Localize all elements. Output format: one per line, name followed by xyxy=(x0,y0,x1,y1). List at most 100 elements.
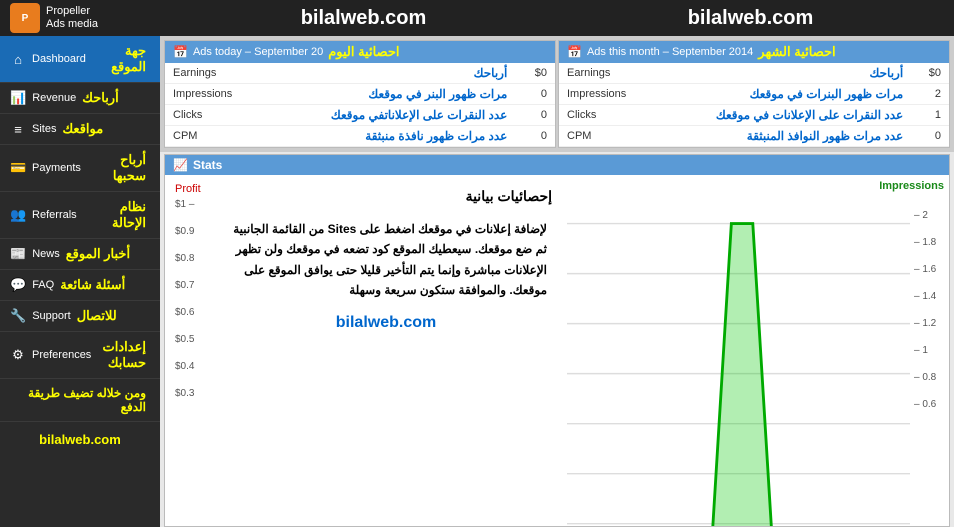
sidebar-label-ar-support: للاتصال xyxy=(77,308,117,324)
right-y-label-5: – 1.2 xyxy=(914,318,944,329)
y-label-5: $0.6 xyxy=(175,307,201,318)
table-row: Impressions مرات ظهور البنرات في موقعك 2 xyxy=(559,84,949,105)
y-label-7: $0.4 xyxy=(175,361,201,372)
sidebar-item-revenue[interactable]: 📊 Revenue أرباحك xyxy=(0,83,160,114)
clicks-value-today: 0 xyxy=(515,105,555,126)
earnings-label-ar-today: أرباحك xyxy=(245,63,515,84)
chart-right: Impressions xyxy=(562,175,949,522)
clicks-label-ar-today: عدد النقرات على الإعلاناتفي موقعك xyxy=(245,105,515,126)
table-row: Earnings أرباحك $0 xyxy=(165,63,555,84)
support-icon: 🔧 xyxy=(10,308,26,324)
table-row: CPM عدد مرات ظهور نافذة منبثقة 0 xyxy=(165,126,555,147)
sidebar: ⌂ Dashboard جهة الموقع 📊 Revenue أرباحك … xyxy=(0,36,160,527)
panel-month-title-ar: احصائية الشهر xyxy=(758,44,835,60)
earnings-label-today: Earnings xyxy=(165,63,245,84)
right-y-label-7: – 0.8 xyxy=(914,372,944,383)
cpm-label-ar-month: عدد مرات ظهور النوافذ المنبثقة xyxy=(639,126,911,147)
table-row: Clicks عدد النقرات على الإعلاناتفي موقعك… xyxy=(165,105,555,126)
cpm-label-month: CPM xyxy=(559,126,639,147)
right-y-label-4: – 1.4 xyxy=(914,291,944,302)
home-icon: ⌂ xyxy=(10,52,26,67)
earnings-value-today: $0 xyxy=(515,63,555,84)
impressions-value-month: 2 xyxy=(911,84,949,105)
panel-today-title-en: Ads today – September 20 xyxy=(193,46,323,58)
sidebar-item-news[interactable]: 📰 News أخبار الموقع xyxy=(0,239,160,270)
table-row: Impressions مرات ظهور البنر في موقعك 0 xyxy=(165,84,555,105)
panel-today-header: 📅 Ads today – September 20 احصائية اليوم xyxy=(165,41,555,63)
impressions-label-month: Impressions xyxy=(559,84,639,105)
sidebar-item-faq[interactable]: 💬 FAQ أسئلة شائعة xyxy=(0,270,160,301)
sidebar-bottom-ar: ومن خلاله تضيف طريقة الدفع xyxy=(10,386,146,414)
chart-title: Stats xyxy=(193,158,222,172)
sidebar-bottom-text: ومن خلاله تضيف طريقة الدفع xyxy=(0,379,160,422)
y-label-8: $0.3 xyxy=(175,388,201,399)
sidebar-label-en-news: News xyxy=(32,248,60,260)
earnings-label-ar-month: أرباحك xyxy=(639,63,911,84)
sidebar-label-ar-dashboard: جهة الموقع xyxy=(92,43,146,75)
sidebar-item-payments[interactable]: 💳 Payments أرباح سحبها xyxy=(0,145,160,192)
sidebar-label-ar-preferences: إعدادات حسابك xyxy=(97,339,146,371)
impressions-label-ar-today: مرات ظهور البنر في موقعك xyxy=(245,84,515,105)
sidebar-item-sites[interactable]: ≡ Sites مواقعك xyxy=(0,114,160,145)
sidebar-label-ar-payments: أرباح سحبها xyxy=(87,152,146,184)
sidebar-item-support[interactable]: 🔧 Support للاتصال xyxy=(0,301,160,332)
impressions-value-today: 0 xyxy=(515,84,555,105)
content-area: 📅 Ads today – September 20 احصائية اليوم… xyxy=(160,36,954,527)
y-label-3: $0.8 xyxy=(175,253,201,264)
site-title-right: bilalweb.com xyxy=(557,7,944,30)
logo-icon: P xyxy=(10,3,40,33)
month-stats-table: Earnings أرباحك $0 Impressions مرات ظهور… xyxy=(559,63,949,147)
y-label-6: $0.5 xyxy=(175,334,201,345)
impressions-label-ar-month: مرات ظهور البنرات في موقعك xyxy=(639,84,911,105)
table-row: CPM عدد مرات ظهور النوافذ المنبثقة 0 xyxy=(559,126,949,147)
sidebar-item-preferences[interactable]: ⚙ Preferences إعدادات حسابك xyxy=(0,332,160,379)
chart-section: 📈 Stats Profit $1 – $0.9 $0.8 $0.7 $0.6 xyxy=(164,154,950,527)
right-y-label-8: – 0.6 xyxy=(914,399,944,410)
sidebar-label-en-faq: FAQ xyxy=(32,279,54,291)
panel-today: 📅 Ads today – September 20 احصائية اليوم… xyxy=(164,40,556,148)
clicks-label-month: Clicks xyxy=(559,105,639,126)
referrals-icon: 👥 xyxy=(10,207,26,223)
earnings-label-month: Earnings xyxy=(559,63,639,84)
today-stats-table: Earnings أرباحك $0 Impressions مرات ظهور… xyxy=(165,63,555,147)
clicks-value-month: 1 xyxy=(911,105,949,126)
sidebar-label-ar-referrals: نظام الإحالة xyxy=(83,199,146,231)
y-label-1: $1 – xyxy=(175,199,201,210)
right-y-label-6: – 1 xyxy=(914,345,944,356)
sidebar-item-referrals[interactable]: 👥 Referrals نظام الإحالة xyxy=(0,192,160,239)
right-y-label-2: – 1.8 xyxy=(914,237,944,248)
sidebar-item-dashboard[interactable]: ⌂ Dashboard جهة الموقع xyxy=(0,36,160,83)
sidebar-label-ar-faq: أسئلة شائعة xyxy=(60,277,125,293)
cpm-value-today: 0 xyxy=(515,126,555,147)
clicks-label-ar-month: عدد النقرات على الإعلانات في موقعك xyxy=(639,105,911,126)
sidebar-label-en-support: Support xyxy=(32,310,71,322)
table-row: Earnings أرباحك $0 xyxy=(559,63,949,84)
revenue-icon: 📊 xyxy=(10,90,26,106)
impressions-label-today: Impressions xyxy=(165,84,245,105)
sidebar-label-en-preferences: Preferences xyxy=(32,349,91,361)
sidebar-watermark: bilalweb.com xyxy=(0,422,160,457)
main-layout: ⌂ Dashboard جهة الموقع 📊 Revenue أرباحك … xyxy=(0,36,954,527)
earnings-value-month: $0 xyxy=(911,63,949,84)
payments-icon: 💳 xyxy=(10,160,26,176)
right-y-label-1: – 2 xyxy=(914,210,944,221)
panel-month: 📅 Ads this month – September 2014 احصائي… xyxy=(558,40,950,148)
cpm-label-today: CPM xyxy=(165,126,245,147)
chart-title-ar: إحصائيات بيانية xyxy=(220,185,552,208)
sidebar-label-ar-revenue: أرباحك xyxy=(82,90,118,106)
sidebar-label-ar-news: أخبار الموقع xyxy=(66,246,130,262)
y-label-4: $0.7 xyxy=(175,280,201,291)
sidebar-label-en-payments: Payments xyxy=(32,162,81,174)
panel-month-title-en: Ads this month – September 2014 xyxy=(587,46,753,58)
topbar: P Propeller Ads media bilalweb.com bilal… xyxy=(0,0,954,36)
sidebar-label-ar-sites: مواقعك xyxy=(62,121,103,137)
chart-description-ar: لإضافة إعلانات في موقعك اضغط على Sites م… xyxy=(220,214,552,306)
chart-body: Profit $1 – $0.9 $0.8 $0.7 $0.6 $0.5 $0.… xyxy=(165,175,949,522)
right-y-label-3: – 1.6 xyxy=(914,264,944,275)
panel-today-title-ar: احصائية اليوم xyxy=(328,44,399,60)
sites-icon: ≡ xyxy=(10,122,26,137)
cpm-label-ar-today: عدد مرات ظهور نافذة منبثقة xyxy=(245,126,515,147)
chart-icon: 📈 xyxy=(173,158,188,172)
chart-watermark: bilalweb.com xyxy=(220,314,552,332)
calendar-icon-month: 📅 xyxy=(567,45,582,59)
